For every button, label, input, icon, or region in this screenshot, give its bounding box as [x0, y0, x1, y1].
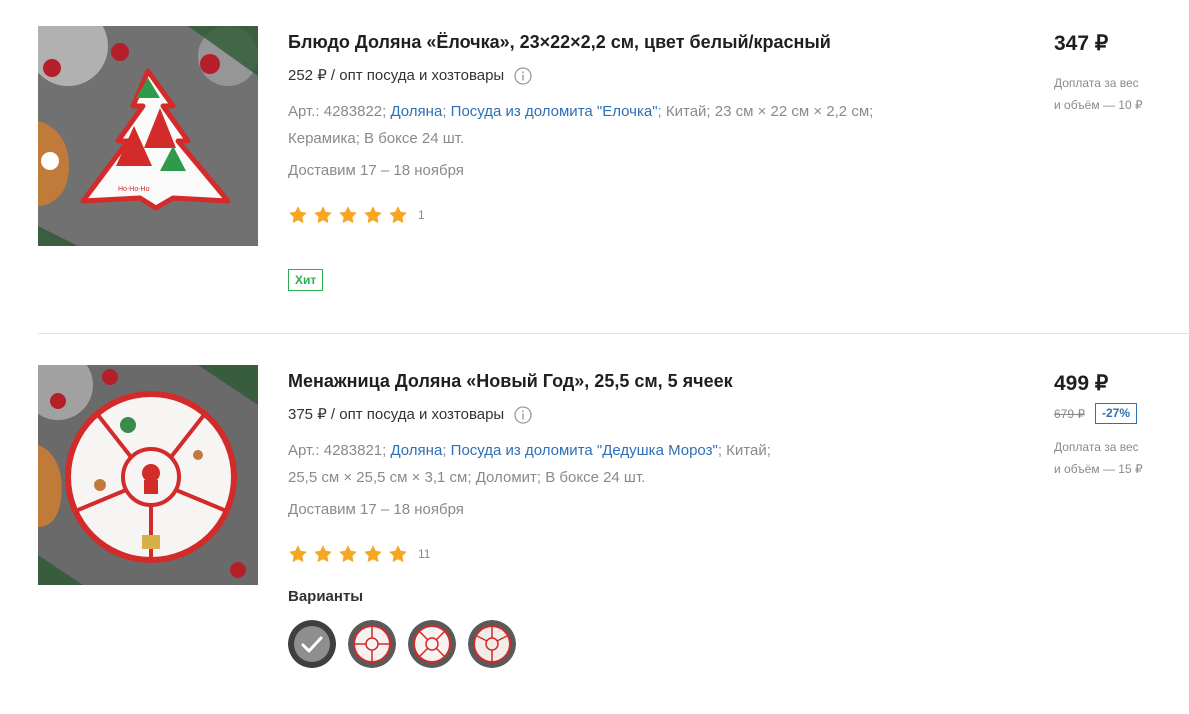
info-icon[interactable]: [514, 67, 532, 85]
collection-link[interactable]: Посуда из доломита "Елочка": [451, 103, 658, 120]
surcharge-note: Доплата за вес и объём — 15 ₽: [1054, 436, 1184, 480]
old-price-row: 679 ₽ -27%: [1054, 403, 1184, 424]
country: Китай;: [726, 442, 771, 459]
variant-swatch-selected[interactable]: [288, 620, 336, 668]
star-icon: [314, 206, 332, 224]
box-quantity: В боксе 24 шт.: [364, 130, 465, 147]
product-attributes: Арт.: 4283821; Доляна; Посуда из доломит…: [288, 442, 771, 486]
wholesale-price: 252 ₽ / опт посуда и хозтовары: [288, 67, 505, 84]
review-count: 11: [418, 547, 431, 561]
product-title[interactable]: Менажница Доляна «Новый Год», 25,5 см, 5…: [288, 369, 1008, 393]
brand-link[interactable]: Доляна: [390, 442, 442, 459]
discount-badge: -27%: [1095, 403, 1138, 424]
product-card: Менажница Доляна «Новый Год», 25,5 см, 5…: [0, 334, 1189, 714]
price: 347 ₽: [1054, 32, 1109, 55]
delivery-date: Доставим 17 – 18 ноября: [288, 501, 464, 518]
star-rating: [288, 544, 408, 564]
hit-badge: Хит: [288, 269, 324, 291]
wholesale-price-row: 375 ₽ / опт посуда и хозтовары: [288, 405, 1008, 425]
star-icon: [339, 206, 357, 224]
variants-label: Варианты: [288, 588, 364, 605]
surcharge-line: Доплата за вес: [1054, 440, 1139, 454]
price-column: 347 ₽ Доплата за вес и объём — 10 ₽: [1054, 31, 1184, 116]
product-card: Ho-Ho-Ho Блюдо Доляна «Ёлочка», 23×22×2,…: [0, 0, 1189, 334]
rating[interactable]: 11: [288, 544, 1008, 564]
article-number: Арт.: 4283821;: [288, 442, 387, 459]
star-icon: [289, 206, 307, 224]
product-image[interactable]: [38, 365, 258, 585]
info-icon[interactable]: [514, 406, 532, 424]
collection-link[interactable]: Посуда из доломита "Дедушка Мороз": [451, 442, 718, 459]
product-title[interactable]: Блюдо Доляна «Ёлочка», 23×22×2,2 см, цве…: [288, 30, 1008, 54]
old-price: 679 ₽: [1054, 406, 1085, 421]
brand-link[interactable]: Доляна: [390, 103, 442, 120]
review-count: 1: [418, 208, 425, 222]
star-icon: [389, 206, 407, 224]
material: Доломит;: [475, 469, 542, 486]
dimensions: 25,5 см × 25,5 см × 3,1 см;: [288, 469, 472, 486]
surcharge-note: Доплата за вес и объём — 10 ₽: [1054, 72, 1184, 116]
variant-list: [288, 620, 1008, 668]
product-attributes: Арт.: 4283822; Доляна; Посуда из доломит…: [288, 103, 874, 147]
star-icon: [364, 545, 382, 563]
star-rating: [288, 205, 408, 225]
star-icon: [364, 206, 382, 224]
variant-swatch[interactable]: [408, 620, 456, 668]
variant-swatch[interactable]: [468, 620, 516, 668]
surcharge-line: и объём — 15 ₽: [1054, 462, 1143, 476]
material: Керамика;: [288, 130, 360, 147]
wholesale-price: 375 ₽ / опт посуда и хозтовары: [288, 406, 505, 423]
price: 499 ₽: [1054, 372, 1109, 395]
price-column: 499 ₽ 679 ₽ -27% Доплата за вес и объём …: [1054, 371, 1184, 480]
rating[interactable]: 1: [288, 205, 1008, 225]
star-icon: [314, 545, 332, 563]
surcharge-line: и объём — 10 ₽: [1054, 98, 1143, 112]
country: Китай;: [665, 103, 711, 120]
product-image[interactable]: Ho-Ho-Ho: [38, 26, 258, 246]
svg-text:Ho-Ho-Ho: Ho-Ho-Ho: [118, 186, 150, 193]
variant-swatch[interactable]: [348, 620, 396, 668]
wholesale-price-row: 252 ₽ / опт посуда и хозтовары: [288, 66, 1008, 86]
star-icon: [289, 545, 307, 563]
surcharge-line: Доплата за вес: [1054, 76, 1139, 90]
dimensions: 23 см × 22 см × 2,2 см;: [714, 103, 874, 120]
article-number: Арт.: 4283822;: [288, 103, 387, 120]
star-icon: [389, 545, 407, 563]
delivery-date: Доставим 17 – 18 ноября: [288, 162, 464, 179]
box-quantity: В боксе 24 шт.: [545, 469, 646, 486]
star-icon: [339, 545, 357, 563]
